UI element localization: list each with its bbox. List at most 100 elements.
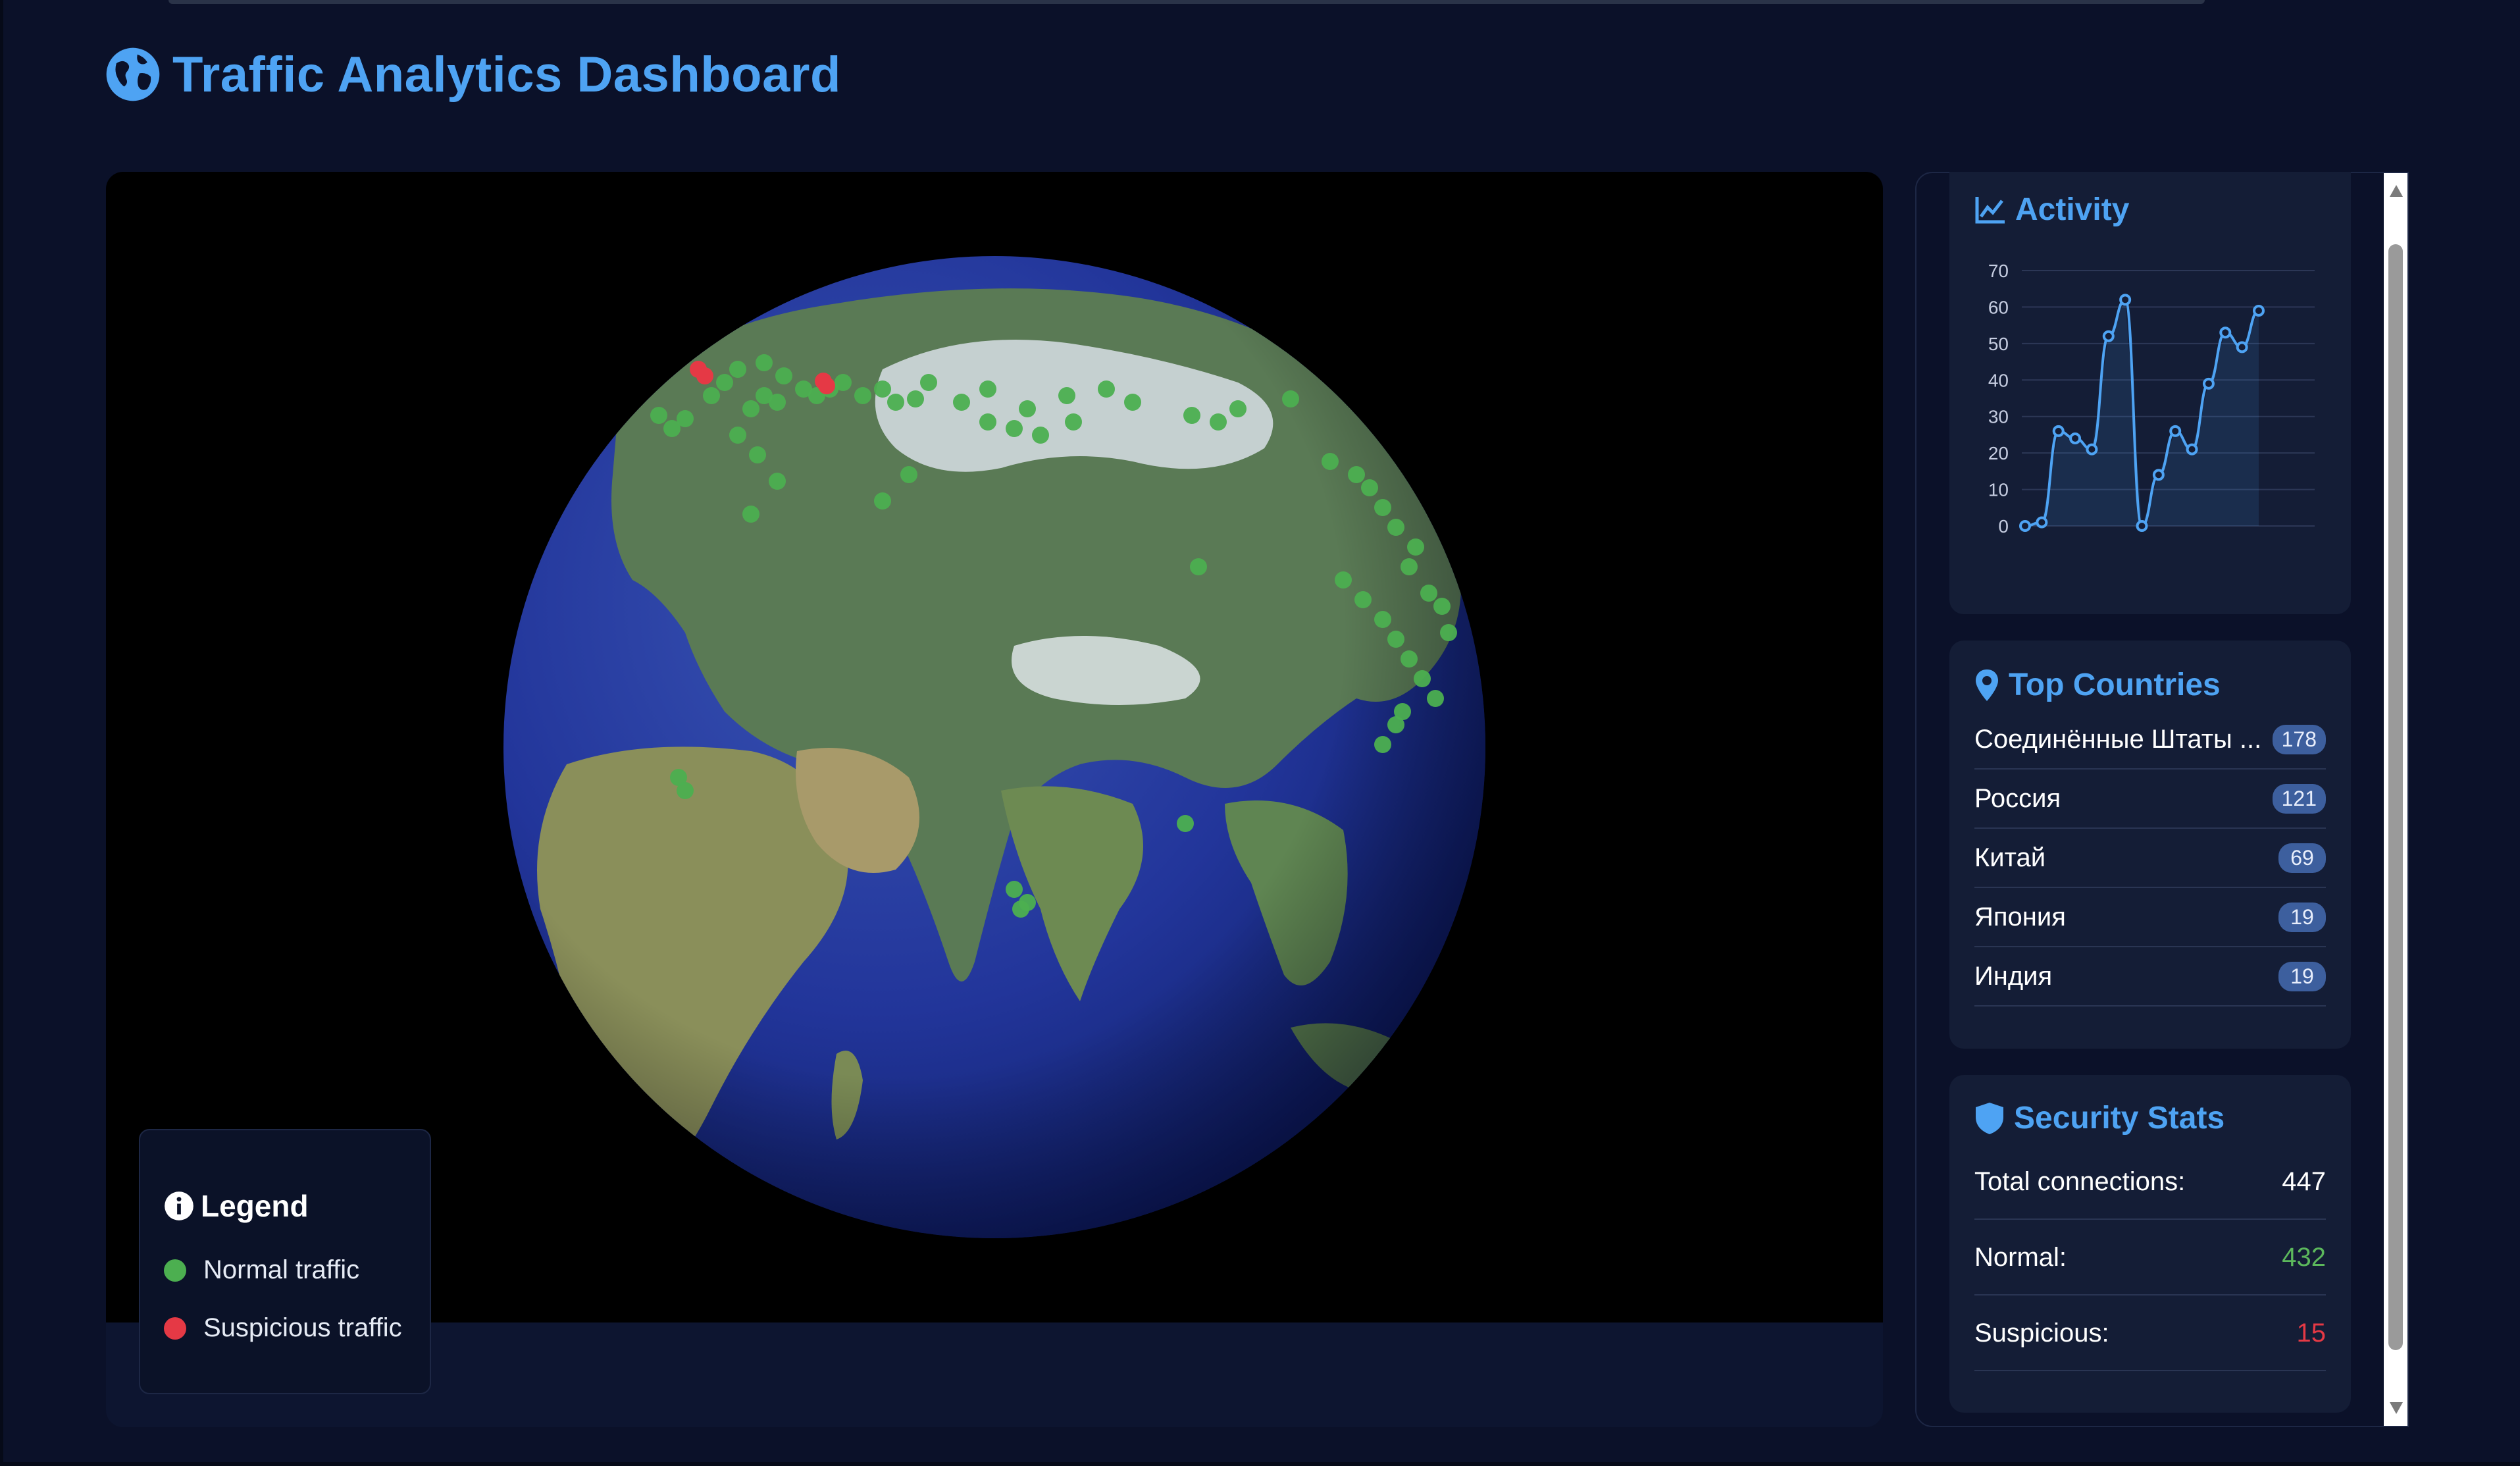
- page-header: Traffic Analytics Dashboard: [105, 45, 841, 104]
- normal-traffic-point[interactable]: [769, 473, 786, 490]
- normal-traffic-point[interactable]: [1407, 538, 1424, 556]
- activity-point[interactable]: [2152, 469, 2165, 481]
- normal-traffic-point[interactable]: [1374, 736, 1391, 753]
- normal-traffic-point[interactable]: [650, 407, 667, 424]
- normal-traffic-point[interactable]: [1401, 650, 1418, 668]
- normal-traffic-point[interactable]: [1427, 690, 1444, 707]
- activity-point[interactable]: [2052, 425, 2065, 437]
- suspicious-traffic-point[interactable]: [818, 377, 835, 394]
- normal-traffic-point[interactable]: [1387, 631, 1404, 648]
- normal-traffic-point[interactable]: [1387, 716, 1404, 733]
- activity-point[interactable]: [2186, 443, 2198, 456]
- normal-traffic-point[interactable]: [1065, 413, 1082, 431]
- normal-traffic-point[interactable]: [1006, 420, 1023, 437]
- stat-row-normal: Normal: 432: [1974, 1220, 2326, 1296]
- normal-traffic-point[interactable]: [742, 506, 759, 523]
- country-row[interactable]: Китай 69: [1974, 829, 2326, 888]
- normal-traffic-point[interactable]: [1229, 400, 1247, 417]
- normal-traffic-point[interactable]: [1190, 558, 1207, 575]
- normal-traffic-point[interactable]: [907, 390, 924, 407]
- page-title: Traffic Analytics Dashboard: [172, 46, 841, 103]
- legend-item-normal: Normal traffic: [164, 1255, 359, 1285]
- normal-traffic-point[interactable]: [1414, 670, 1431, 687]
- activity-point[interactable]: [2069, 432, 2082, 444]
- normal-traffic-point[interactable]: [1012, 901, 1029, 918]
- normal-traffic-point[interactable]: [729, 361, 746, 378]
- activity-point[interactable]: [2119, 294, 2132, 306]
- normal-dot-icon: [164, 1259, 186, 1282]
- normal-traffic-point[interactable]: [1374, 499, 1391, 516]
- activity-point[interactable]: [2202, 377, 2215, 390]
- normal-traffic-point[interactable]: [1098, 380, 1115, 398]
- normal-traffic-point[interactable]: [729, 427, 746, 444]
- activity-point[interactable]: [2086, 443, 2098, 456]
- normal-traffic-point[interactable]: [1124, 394, 1141, 411]
- map-pin-icon: [1976, 669, 1998, 701]
- normal-traffic-point[interactable]: [1440, 624, 1457, 641]
- normal-traffic-point[interactable]: [1019, 400, 1036, 417]
- normal-traffic-point[interactable]: [1401, 558, 1418, 575]
- activity-point[interactable]: [2036, 516, 2048, 529]
- top-strip: [168, 0, 2205, 4]
- normal-traffic-point[interactable]: [749, 446, 766, 463]
- normal-traffic-point[interactable]: [1354, 591, 1372, 608]
- activity-point[interactable]: [2219, 327, 2232, 339]
- normal-traffic-point[interactable]: [1006, 881, 1023, 898]
- scroll-down-icon[interactable]: [2390, 1402, 2403, 1414]
- normal-traffic-point[interactable]: [1361, 479, 1378, 496]
- activity-point[interactable]: [2102, 330, 2115, 342]
- normal-traffic-point[interactable]: [1282, 390, 1299, 407]
- normal-traffic-point[interactable]: [677, 782, 694, 799]
- normal-traffic-point[interactable]: [874, 492, 891, 510]
- normal-traffic-point[interactable]: [775, 367, 792, 384]
- normal-traffic-point[interactable]: [874, 380, 891, 398]
- normal-traffic-point[interactable]: [920, 374, 937, 391]
- country-row[interactable]: Индия 19: [1974, 947, 2326, 1007]
- activity-title: Activity: [1974, 192, 2129, 228]
- normal-traffic-point[interactable]: [1348, 466, 1365, 483]
- activity-point[interactable]: [2169, 425, 2182, 437]
- stat-row-total: Total connections: 447: [1974, 1145, 2326, 1220]
- normal-traffic-point[interactable]: [1032, 427, 1049, 444]
- normal-traffic-point[interactable]: [835, 374, 852, 391]
- normal-traffic-point[interactable]: [1374, 611, 1391, 628]
- normal-traffic-point[interactable]: [716, 374, 733, 391]
- normal-traffic-point[interactable]: [1420, 585, 1437, 602]
- country-row[interactable]: Россия 121: [1974, 770, 2326, 829]
- normal-traffic-point[interactable]: [1387, 519, 1404, 536]
- normal-traffic-point[interactable]: [979, 413, 996, 431]
- normal-traffic-point[interactable]: [887, 394, 904, 411]
- sidebar-scrollbar[interactable]: [2384, 173, 2407, 1426]
- normal-traffic-point[interactable]: [769, 394, 786, 411]
- activity-point[interactable]: [2019, 520, 2031, 532]
- scrollbar-thumb[interactable]: [2388, 244, 2403, 1350]
- globe[interactable]: [503, 256, 1485, 1238]
- normal-traffic-point[interactable]: [677, 410, 694, 427]
- window-edge: [0, 0, 3, 1466]
- country-row[interactable]: Соединённые Штаты ... 178: [1974, 710, 2326, 770]
- normal-traffic-point[interactable]: [1433, 598, 1451, 615]
- activity-point[interactable]: [2253, 304, 2265, 317]
- legend-title: Legend: [164, 1188, 309, 1224]
- normal-traffic-point[interactable]: [1335, 571, 1352, 589]
- y-tick-label: 0: [1998, 516, 2009, 537]
- normal-traffic-point[interactable]: [1177, 815, 1194, 832]
- normal-traffic-point[interactable]: [979, 380, 996, 398]
- suspicious-traffic-point[interactable]: [696, 367, 713, 384]
- normal-traffic-point[interactable]: [953, 394, 970, 411]
- normal-traffic-point[interactable]: [900, 466, 917, 483]
- normal-traffic-point[interactable]: [1322, 453, 1339, 470]
- normal-traffic-point[interactable]: [1210, 413, 1227, 431]
- normal-traffic-point[interactable]: [854, 387, 871, 404]
- country-row[interactable]: Япония 19: [1974, 888, 2326, 947]
- normal-traffic-point[interactable]: [1058, 387, 1075, 404]
- activity-point[interactable]: [2136, 520, 2148, 532]
- normal-traffic-point[interactable]: [756, 354, 773, 371]
- y-tick-label: 10: [1988, 480, 2009, 500]
- shield-icon: [1976, 1102, 2003, 1134]
- scroll-up-icon[interactable]: [2390, 185, 2403, 197]
- normal-traffic-point[interactable]: [742, 400, 759, 417]
- normal-traffic-point[interactable]: [703, 387, 720, 404]
- activity-point[interactable]: [2236, 341, 2248, 353]
- normal-traffic-point[interactable]: [1183, 407, 1200, 424]
